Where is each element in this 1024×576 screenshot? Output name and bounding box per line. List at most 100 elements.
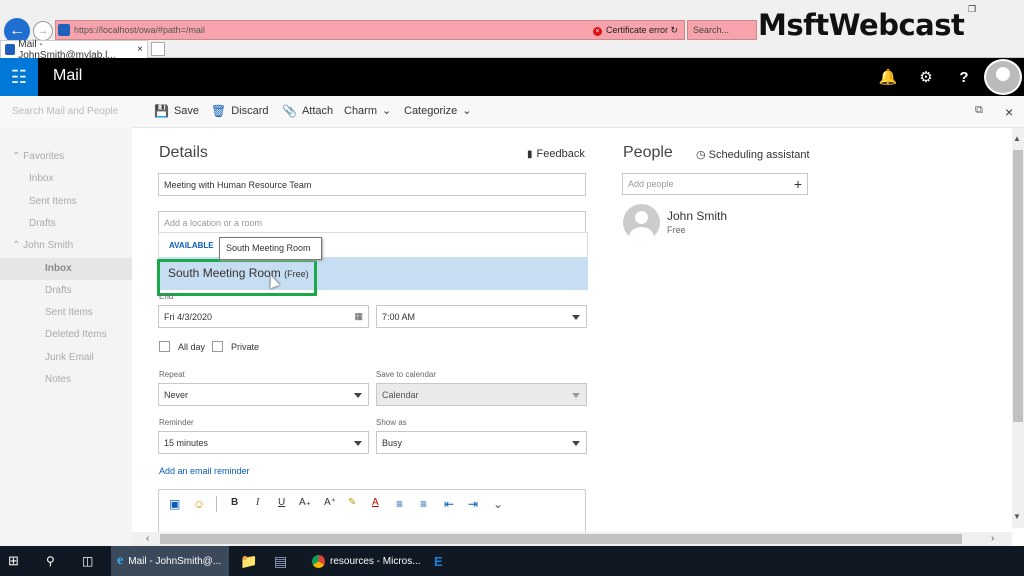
certificate-error[interactable]: × Certificate error ↻ xyxy=(592,25,678,36)
attach-button[interactable]: 📎 Attach xyxy=(282,104,333,118)
more-options-chevron-icon[interactable]: ⌄ xyxy=(493,497,503,511)
calendar-icon[interactable]: ▦ xyxy=(354,311,363,322)
popout-icon[interactable]: ⧉ xyxy=(975,104,983,117)
save-to-calendar-label: Save to calendar xyxy=(376,370,437,379)
chevron-up-icon[interactable]: ⌃ xyxy=(12,240,23,251)
all-day-checkbox[interactable] xyxy=(159,341,170,352)
italic-icon[interactable]: I xyxy=(256,497,259,508)
attendee-avatar xyxy=(623,204,660,241)
tooltip: South Meeting Room xyxy=(219,237,322,260)
font-color-icon[interactable]: A xyxy=(372,497,379,508)
vertical-scroll-thumb[interactable] xyxy=(1013,150,1023,422)
chevron-up-icon[interactable]: ⌃ xyxy=(12,151,23,162)
save-to-calendar-select[interactable]: Calendar xyxy=(376,383,587,406)
folder-item[interactable]: Drafts xyxy=(0,280,132,302)
notification-bell-icon[interactable]: 🔔 xyxy=(870,58,906,96)
user-avatar[interactable] xyxy=(984,59,1022,95)
subject-input[interactable]: Meeting with Human Resource Team xyxy=(158,173,586,196)
help-icon[interactable]: ? xyxy=(946,58,982,96)
save-button[interactable]: 💾 Save xyxy=(154,104,199,118)
show-as-select[interactable]: Busy xyxy=(376,431,587,454)
private-checkbox[interactable] xyxy=(212,341,223,352)
end-date-input[interactable]: Fri 4/3/2020 ▦ xyxy=(158,305,369,328)
address-url: https://localhost/owa/#path=/mail xyxy=(74,25,205,35)
font-size-icon[interactable]: A₊ xyxy=(299,497,311,508)
caret-down-icon xyxy=(354,392,362,398)
taskbar-ie-window[interactable]: e Mail - JohnSmith@... xyxy=(111,546,229,576)
comment-icon: ▮ xyxy=(527,148,533,160)
folder-item[interactable]: Sent Items xyxy=(0,191,132,213)
watermark-brand: MsftWebcast xyxy=(758,8,965,42)
save-icon: 💾 xyxy=(154,104,169,118)
repeat-select[interactable]: Never xyxy=(158,383,369,406)
server-manager-icon[interactable]: ▤ xyxy=(274,546,294,576)
emoji-icon[interactable]: ☺ xyxy=(193,497,205,511)
folder-item[interactable]: ⌃ John Smith xyxy=(0,235,132,257)
error-icon: × xyxy=(592,26,602,36)
exchange-icon[interactable]: E xyxy=(434,546,454,576)
numbering-icon[interactable]: ≡ xyxy=(420,497,427,511)
taskbar-chrome-window[interactable]: resources - Micros... xyxy=(306,546,426,576)
plus-icon[interactable]: + xyxy=(794,176,802,192)
discard-button[interactable]: 🗑 Discard xyxy=(211,104,269,118)
chrome-icon xyxy=(312,554,325,568)
search-icon[interactable]: ⚲ xyxy=(46,546,66,576)
attendee-name[interactable]: John Smith xyxy=(667,209,727,223)
categorize-dropdown[interactable]: Categorize ⌄ xyxy=(404,104,472,118)
restore-window-icon[interactable]: ❐ xyxy=(968,4,976,15)
close-icon[interactable]: × xyxy=(1005,104,1013,120)
bold-icon[interactable]: B xyxy=(231,497,238,508)
file-explorer-icon[interactable]: 📁 xyxy=(240,546,260,576)
search-mail-people-input[interactable]: Search Mail and People xyxy=(0,96,132,128)
horizontal-scroll-thumb[interactable] xyxy=(160,534,962,544)
grow-font-icon[interactable]: A⁺ xyxy=(324,497,336,508)
folder-item[interactable]: Inbox xyxy=(0,257,132,280)
folder-item[interactable]: Deleted Items xyxy=(0,324,132,346)
folder-label: Favorites xyxy=(23,151,65,162)
new-tab-button[interactable] xyxy=(151,42,165,56)
folder-label: Junk Email xyxy=(45,351,94,363)
outlook-favicon-icon xyxy=(5,44,16,55)
caret-down-icon xyxy=(572,392,580,398)
app-name: Mail xyxy=(53,67,83,84)
bullets-icon[interactable]: ≡ xyxy=(396,497,403,511)
app-launcher-icon[interactable]: ☷ xyxy=(0,58,38,96)
folder-item[interactable]: ⌃ Favorites xyxy=(0,146,132,168)
add-people-input[interactable]: Add people + xyxy=(622,173,808,195)
scheduling-assistant-button[interactable]: ◷ Scheduling assistant xyxy=(696,148,810,161)
email-reminder-link[interactable]: Add an email reminder xyxy=(159,466,250,476)
folder-item[interactable]: Junk Email xyxy=(0,347,132,369)
chevron-down-icon: ⌄ xyxy=(462,105,472,117)
task-view-icon[interactable]: ◫ xyxy=(82,546,102,576)
increase-indent-icon[interactable]: ⇥ xyxy=(468,497,478,511)
private-label: Private xyxy=(231,342,260,352)
caret-down-icon xyxy=(572,314,580,320)
available-header: AVAILABLE xyxy=(169,241,214,250)
address-bar[interactable]: https://localhost/owa/#path=/mail × Certi… xyxy=(55,20,685,40)
scroll-down-icon[interactable]: ▼ xyxy=(1013,512,1021,521)
settings-gear-icon[interactable]: ⚙ xyxy=(908,58,944,96)
folder-label: Deleted Items xyxy=(45,329,107,341)
scroll-right-icon[interactable]: › xyxy=(991,533,994,544)
feedback-button[interactable]: ▮ Feedback xyxy=(527,148,585,160)
folder-item[interactable]: Sent Items xyxy=(0,302,132,324)
decrease-indent-icon[interactable]: ⇤ xyxy=(444,497,454,511)
highlight-color-icon[interactable]: ✎ xyxy=(348,497,356,508)
folder-item[interactable]: Notes xyxy=(0,369,132,391)
underline-icon[interactable]: U xyxy=(278,497,285,508)
location-input[interactable]: Add a location or a room xyxy=(158,211,586,234)
folder-label: Drafts xyxy=(29,217,56,229)
browser-search-field[interactable]: Search... xyxy=(687,20,757,40)
folder-item[interactable]: Inbox xyxy=(0,168,132,190)
end-time-select[interactable]: 7:00 AM xyxy=(376,305,587,328)
people-title: People xyxy=(623,144,673,161)
windows-start-icon[interactable]: ⊞ xyxy=(8,546,28,576)
tab-close-icon[interactable]: × xyxy=(137,44,143,55)
scroll-up-icon[interactable]: ▲ xyxy=(1013,134,1021,143)
charm-dropdown[interactable]: Charm ⌄ xyxy=(344,104,391,118)
folder-item[interactable]: Drafts xyxy=(0,213,132,235)
scroll-left-icon[interactable]: ‹ xyxy=(146,533,149,544)
browser-tab[interactable]: Mail - JohnSmith@mylab.l... × xyxy=(0,39,148,61)
insert-picture-icon[interactable]: ▣ xyxy=(169,497,180,511)
reminder-select[interactable]: 15 minutes xyxy=(158,431,369,454)
